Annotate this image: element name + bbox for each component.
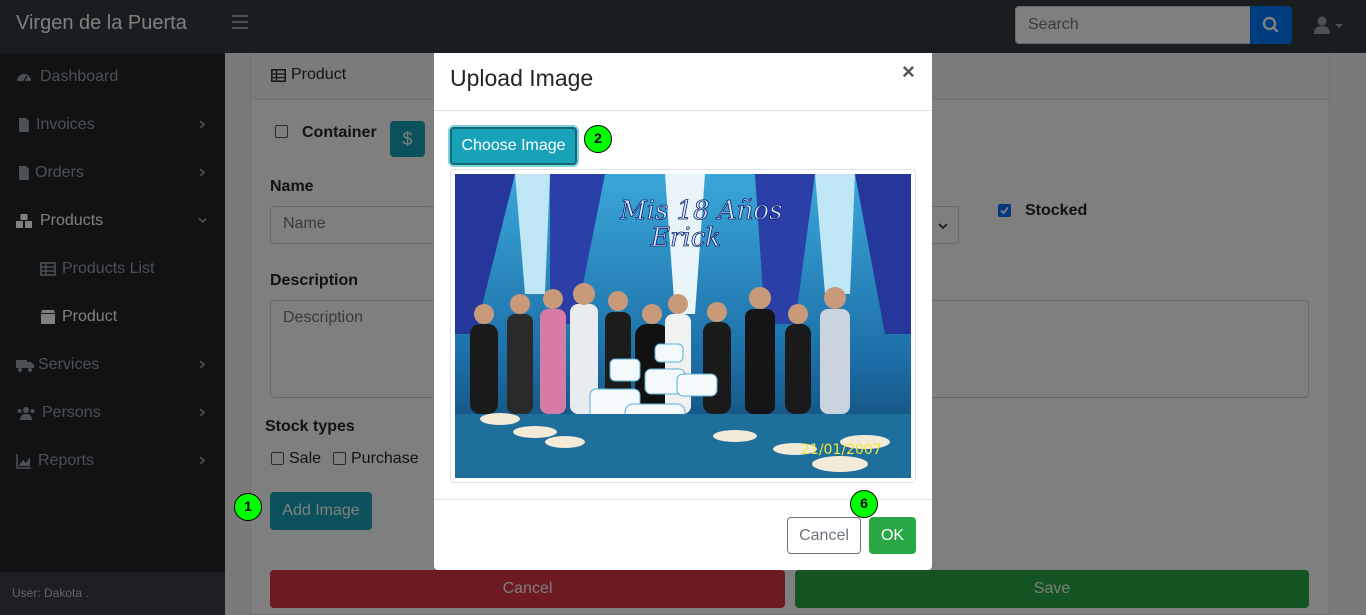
modal-header-divider [434, 110, 932, 111]
modal-ok-button[interactable]: OK [869, 517, 916, 554]
party-photo: Mis 18 Años Erick 21/01/2007 [455, 174, 911, 478]
modal-title: Upload Image [450, 65, 594, 91]
close-icon[interactable]: × [902, 59, 915, 85]
step-marker-1: 1 [234, 493, 262, 521]
step-marker-6: 6 [850, 490, 878, 518]
image-preview: Mis 18 Años Erick 21/01/2007 [450, 169, 916, 483]
photo-banner-text: Mis 18 Años [619, 196, 782, 226]
photo-date-stamp: 21/01/2007 [801, 442, 882, 458]
choose-image-button[interactable]: Choose Image [450, 127, 577, 165]
modal-cancel-button[interactable]: Cancel [787, 517, 861, 554]
photo-banner-name: Erick [650, 223, 721, 253]
step-marker-2: 2 [584, 125, 612, 153]
